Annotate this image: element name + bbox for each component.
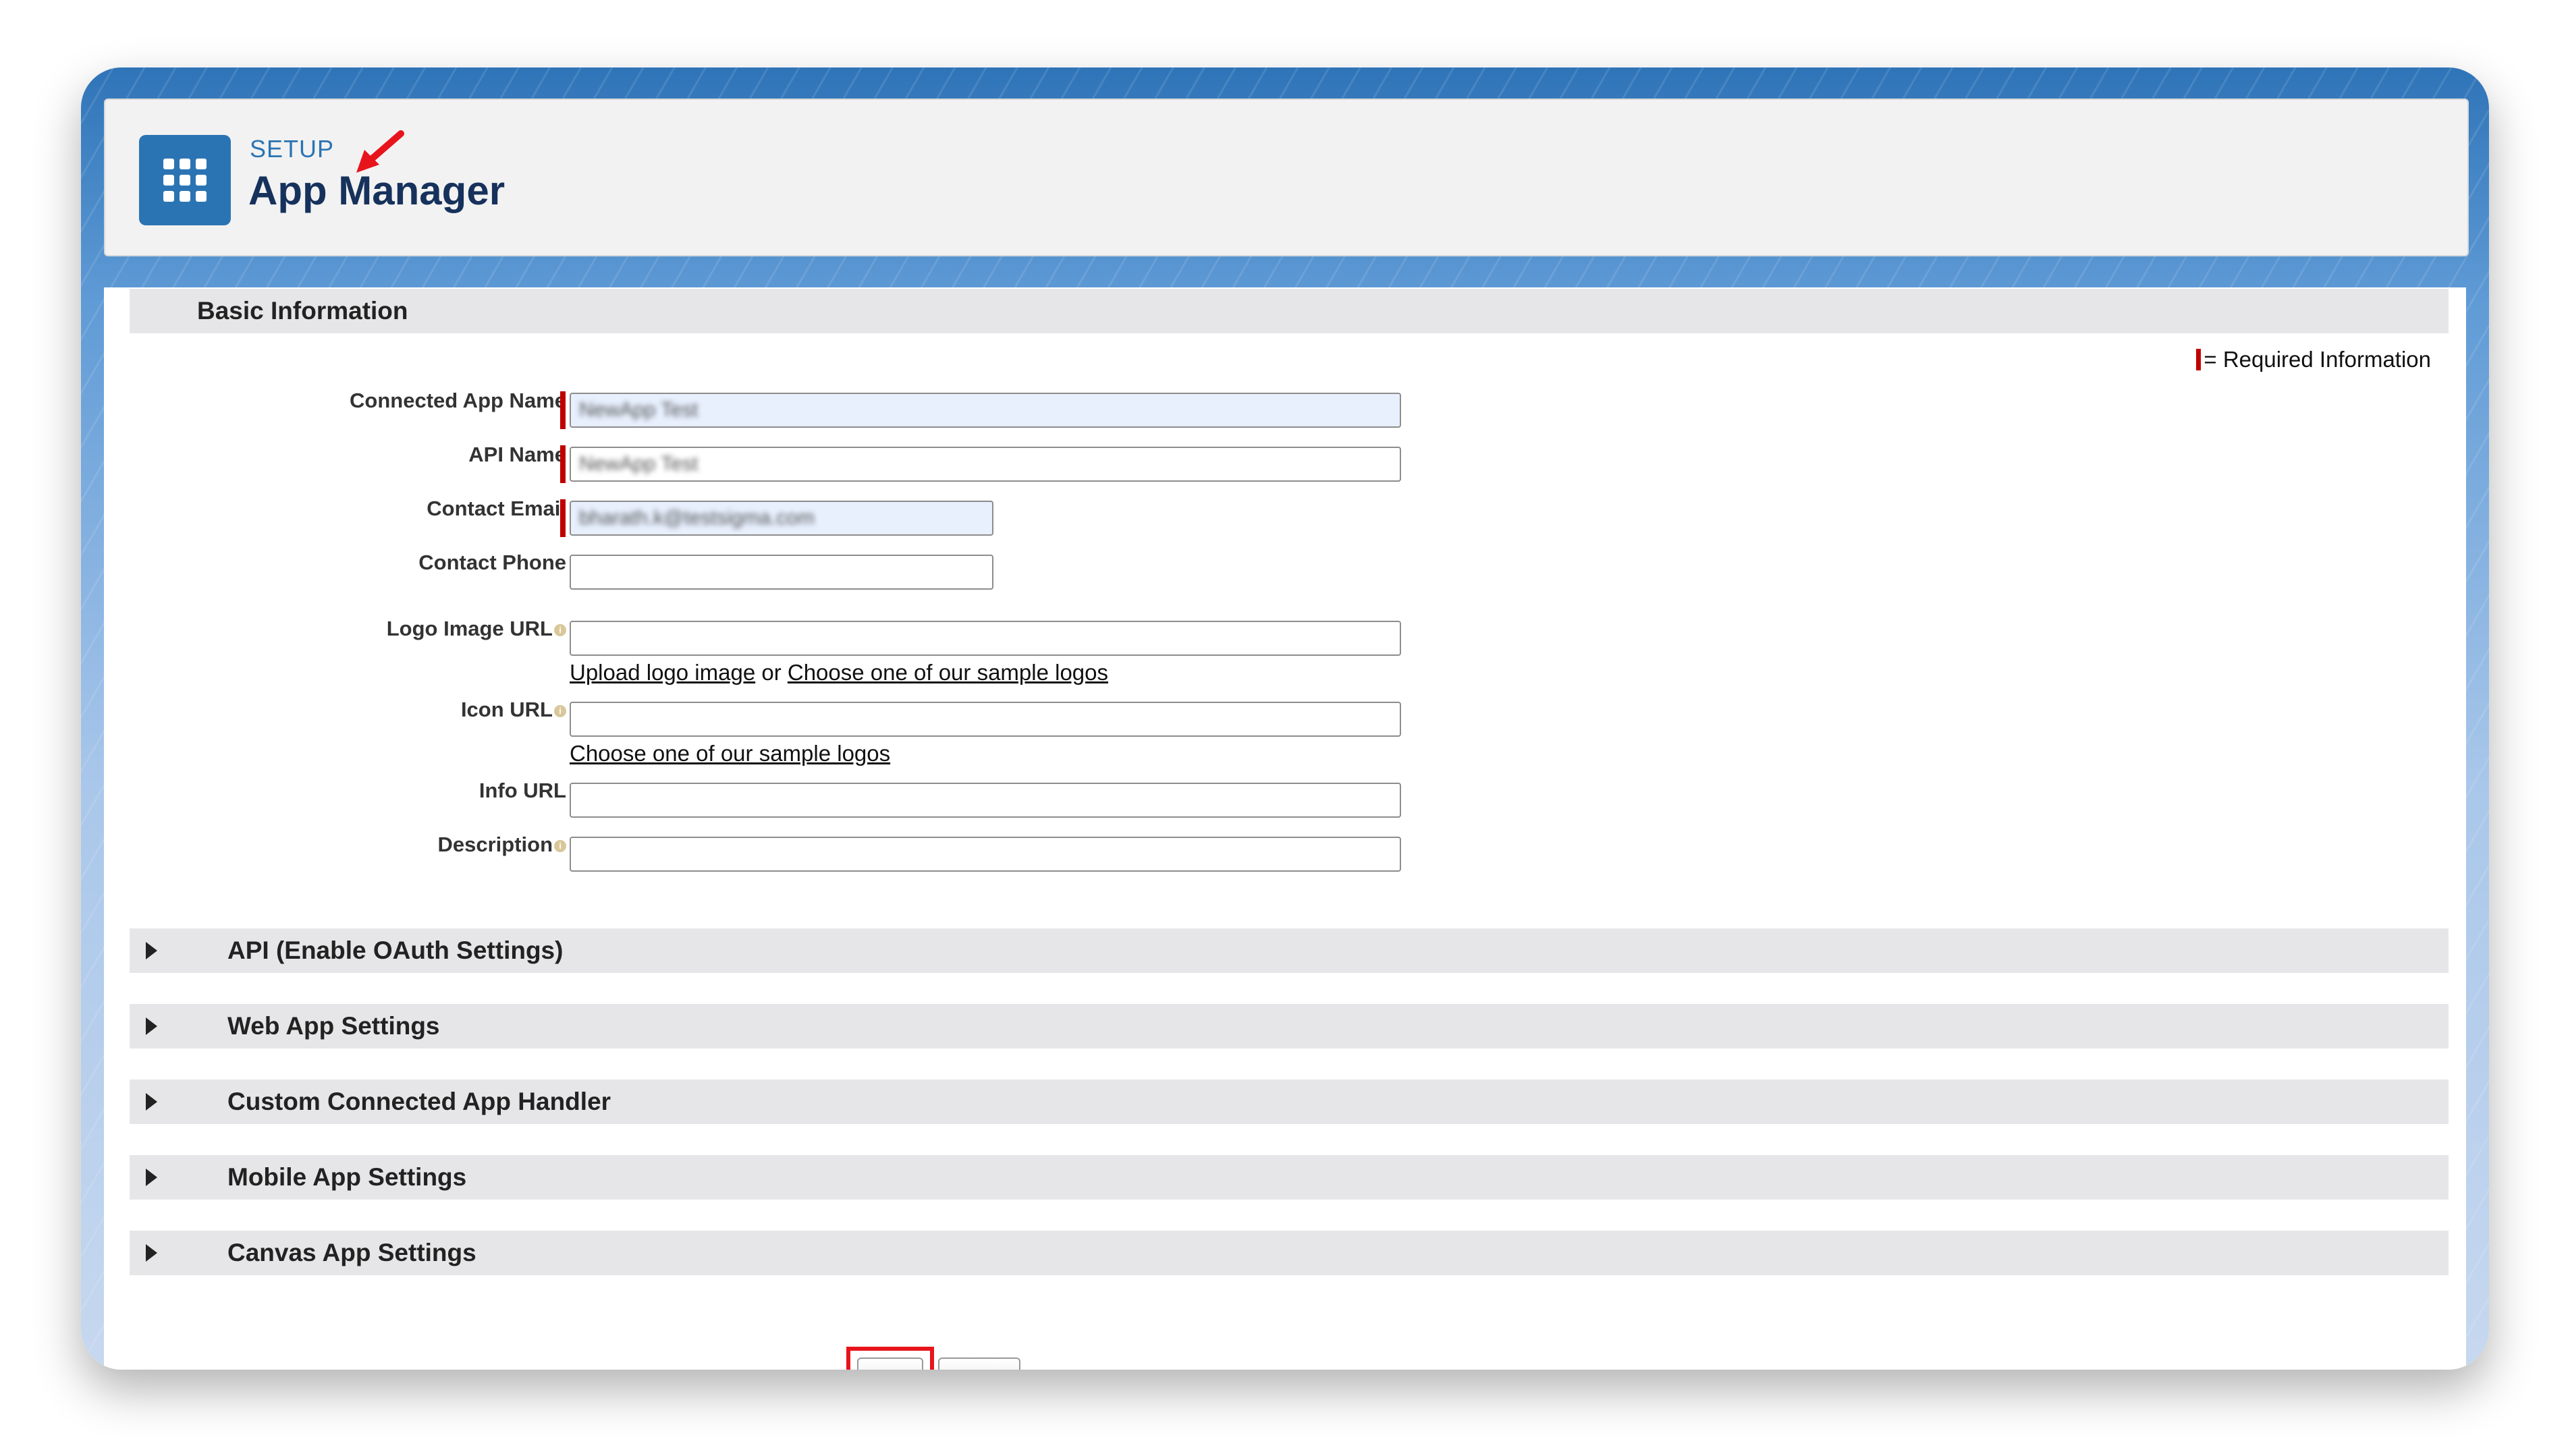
required-legend: = Required Information: [2196, 347, 2431, 372]
required-legend-text: = Required Information: [2204, 347, 2431, 372]
section-canvas-app-settings[interactable]: Canvas App Settings: [130, 1231, 2449, 1275]
icon-url-input[interactable]: [570, 702, 1401, 737]
window-frame: SETUP App Manager Basic Information = Re…: [81, 67, 2489, 1370]
connected-app-name-input[interactable]: NewApp Test: [570, 393, 1401, 428]
section-mobile-app-settings[interactable]: Mobile App Settings: [130, 1155, 2449, 1200]
save-button[interactable]: Save: [857, 1357, 923, 1370]
triangle-right-icon: [146, 1169, 157, 1186]
icon-url-label: Icon URL i: [461, 698, 566, 722]
choose-sample-logos-link[interactable]: Choose one of our sample logos: [788, 660, 1108, 685]
section-web-app-settings[interactable]: Web App Settings: [130, 1004, 2449, 1048]
api-name-value: NewApp Test: [579, 453, 699, 475]
description-label: Description i: [437, 833, 566, 857]
required-indicator: [560, 445, 566, 483]
page-header: SETUP App Manager: [104, 99, 2469, 256]
triangle-right-icon: [146, 1244, 157, 1262]
contact-phone-input[interactable]: [570, 555, 993, 590]
cancel-button[interactable]: Cancel: [938, 1357, 1020, 1370]
info-url-input[interactable]: [570, 783, 1401, 818]
triangle-right-icon: [146, 942, 157, 959]
section-title: Custom Connected App Handler: [227, 1088, 611, 1115]
connected-app-name-label: Connected App Name: [350, 389, 566, 412]
triangle-right-icon: [146, 1093, 157, 1111]
required-indicator: [560, 391, 566, 429]
icon-links: Choose one of our sample logos: [570, 741, 890, 766]
contact-phone-label: Contact Phone: [418, 551, 566, 574]
page-title: App Manager: [248, 168, 505, 213]
triangle-right-icon: [146, 1017, 157, 1035]
section-title: Mobile App Settings: [227, 1163, 467, 1191]
section-title: Web App Settings: [227, 1012, 440, 1040]
contact-email-label: Contact Email: [427, 497, 566, 520]
section-api-oauth-settings[interactable]: API (Enable OAuth Settings): [130, 928, 2449, 973]
info-url-label: Info URL: [479, 779, 566, 802]
logo-image-url-input[interactable]: [570, 621, 1401, 656]
api-name-label: API Name: [468, 443, 566, 466]
api-name-input[interactable]: NewApp Test: [570, 447, 1401, 482]
required-indicator: [560, 499, 566, 537]
required-marker-icon: [2196, 349, 2202, 370]
section-title: API (Enable OAuth Settings): [227, 936, 564, 964]
logo-image-url-label: Logo Image URL i: [387, 617, 566, 641]
upload-logo-link[interactable]: Upload logo image: [570, 660, 755, 685]
section-basic-information: Basic Information: [130, 289, 2449, 333]
description-input[interactable]: [570, 837, 1401, 872]
section-title: Basic Information: [197, 297, 408, 325]
help-info-icon[interactable]: i: [554, 704, 566, 717]
choose-sample-logos-link[interactable]: Choose one of our sample logos: [570, 741, 890, 766]
section-custom-connected-app-handler[interactable]: Custom Connected App Handler: [130, 1080, 2449, 1124]
logo-links: Upload logo image or Choose one of our s…: [570, 660, 1109, 685]
help-info-icon[interactable]: i: [554, 839, 566, 852]
section-title: Canvas App Settings: [227, 1239, 476, 1266]
help-info-icon[interactable]: i: [554, 623, 566, 636]
setup-breadcrumb[interactable]: SETUP: [250, 135, 334, 163]
contact-email-value: bharath.k@testsigma.com: [579, 507, 815, 529]
connected-app-form: Basic Information = Required Information…: [104, 287, 2466, 1370]
connected-app-name-value: NewApp Test: [579, 399, 699, 421]
app-grid-icon[interactable]: [139, 135, 231, 225]
contact-email-input[interactable]: bharath.k@testsigma.com: [570, 501, 993, 536]
